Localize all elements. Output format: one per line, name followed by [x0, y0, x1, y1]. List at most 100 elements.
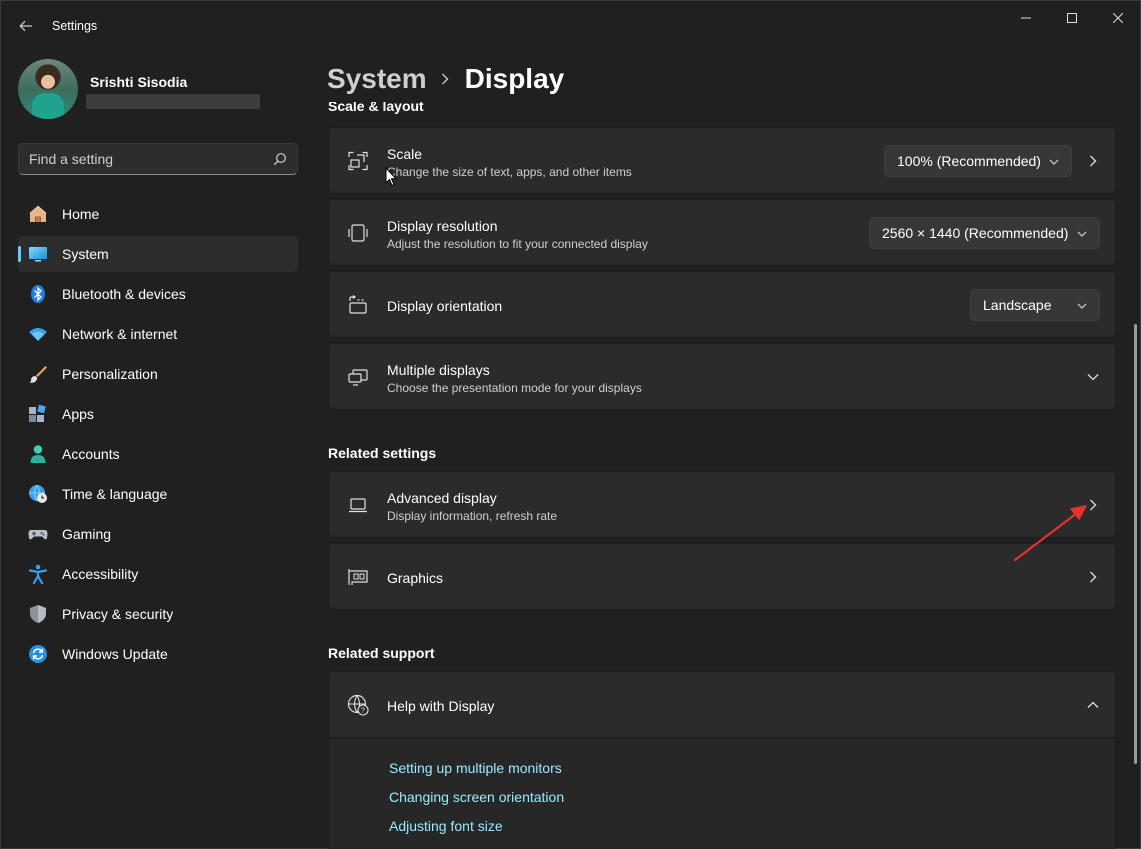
sidebar-item-home[interactable]: Home: [18, 196, 298, 232]
globe-help-icon: ?: [347, 694, 369, 716]
sidebar-item-privacy[interactable]: Privacy & security: [18, 596, 298, 632]
multiple-displays-subtitle: Choose the presentation mode for your di…: [387, 381, 642, 395]
sidebar-item-network[interactable]: Network & internet: [18, 316, 298, 352]
help-link-multiple-monitors[interactable]: Setting up multiple monitors: [389, 760, 562, 776]
chevron-up-icon[interactable]: [1086, 698, 1100, 712]
mouse-cursor-icon: [385, 167, 397, 187]
sidebar-item-label: Apps: [62, 406, 94, 422]
display-resolution-card: Display resolution Adjust the resolution…: [328, 199, 1116, 266]
sidebar-item-bluetooth[interactable]: Bluetooth & devices: [18, 276, 298, 312]
help-links-panel: Setting up multiple monitors Changing sc…: [328, 738, 1116, 849]
display-orientation-card: Display orientation Landscape: [328, 271, 1116, 338]
graphics-card-icon: [347, 566, 369, 588]
breadcrumb: System Display: [327, 59, 564, 99]
sidebar-item-label: Windows Update: [62, 646, 168, 662]
multiple-displays-icon: [347, 366, 369, 388]
advanced-display-subtitle: Display information, refresh rate: [387, 509, 558, 523]
advanced-display-title: Advanced display: [387, 490, 497, 506]
shield-icon: [28, 604, 48, 624]
multiple-displays-card[interactable]: Multiple displays Choose the presentatio…: [328, 343, 1116, 410]
sidebar-item-label: Home: [62, 206, 100, 222]
chevron-right-icon[interactable]: [1086, 570, 1100, 584]
scale-title: Scale: [387, 146, 423, 162]
maximize-button[interactable]: [1049, 1, 1095, 35]
scrollbar-thumb[interactable]: [1134, 324, 1137, 764]
user-email-redacted: [86, 94, 260, 109]
help-link-font-size[interactable]: Adjusting font size: [389, 818, 503, 834]
sidebar-item-windows-update[interactable]: Windows Update: [18, 636, 298, 672]
search-input[interactable]: [29, 151, 259, 167]
bluetooth-icon: [28, 284, 48, 304]
close-icon: [1113, 13, 1123, 23]
brush-icon: [28, 364, 48, 384]
search-icon: [273, 153, 286, 166]
sidebar-item-label: Accounts: [62, 446, 120, 462]
sidebar-item-accessibility[interactable]: Accessibility: [18, 556, 298, 592]
chevron-down-icon[interactable]: [1086, 370, 1100, 384]
title-bar: Settings: [1, 1, 1140, 49]
sidebar-nav: Home System Bluetooth & devices Network …: [18, 196, 298, 676]
home-icon: [28, 204, 48, 224]
chevron-right-icon[interactable]: [1086, 498, 1100, 512]
scale-card[interactable]: Scale Change the size of text, apps, and…: [328, 127, 1116, 194]
sidebar-item-personalization[interactable]: Personalization: [18, 356, 298, 392]
section-title-related-support: Related support: [328, 645, 435, 661]
back-arrow-icon: [19, 20, 32, 32]
minimize-icon: [1021, 17, 1031, 19]
gamepad-icon: [28, 524, 48, 544]
help-link-screen-orientation[interactable]: Changing screen orientation: [389, 789, 564, 805]
chevron-down-icon: [1077, 231, 1087, 237]
maximize-icon: [1067, 13, 1077, 23]
sidebar-item-label: System: [62, 246, 109, 262]
sidebar-item-time-language[interactable]: Time & language: [18, 476, 298, 512]
sidebar-item-label: Personalization: [62, 366, 158, 382]
advanced-display-card[interactable]: Advanced display Display information, re…: [328, 471, 1116, 538]
breadcrumb-parent[interactable]: System: [327, 63, 427, 95]
chevron-down-icon: [1049, 159, 1059, 165]
svg-text:?: ?: [361, 708, 365, 715]
resolution-dropdown[interactable]: 2560 × 1440 (Recommended): [869, 217, 1100, 249]
display-orientation-title: Display orientation: [387, 298, 503, 314]
resolution-icon: [347, 222, 369, 244]
back-button[interactable]: [13, 13, 39, 39]
sidebar-item-label: Privacy & security: [62, 606, 174, 622]
display-resolution-subtitle: Adjust the resolution to fit your connec…: [387, 237, 648, 251]
help-with-display-card[interactable]: ? Help with Display: [328, 671, 1116, 738]
app-title: Settings: [52, 19, 98, 33]
wifi-icon: [28, 324, 48, 344]
page-title: Display: [464, 63, 565, 94]
laptop-icon: [347, 494, 369, 516]
scale-dropdown[interactable]: 100% (Recommended): [884, 145, 1072, 177]
sidebar-item-accounts[interactable]: Accounts: [18, 436, 298, 472]
sidebar-item-label: Gaming: [62, 526, 112, 542]
chevron-down-icon: [1077, 303, 1087, 309]
help-with-display-title: Help with Display: [387, 698, 495, 714]
section-title-scale-layout: Scale & layout: [328, 102, 424, 114]
orientation-dropdown[interactable]: Landscape: [970, 289, 1100, 321]
sidebar-item-label: Accessibility: [62, 566, 139, 582]
chevron-right-icon[interactable]: [1086, 154, 1100, 168]
display-resolution-title: Display resolution: [387, 218, 498, 234]
close-button[interactable]: [1095, 1, 1141, 35]
scale-dropdown-value: 100% (Recommended): [897, 153, 1041, 169]
sidebar-item-apps[interactable]: Apps: [18, 396, 298, 432]
settings-window: Settings Srishti Sisodia Home: [0, 0, 1141, 849]
orientation-dropdown-value: Landscape: [983, 297, 1052, 313]
multiple-displays-title: Multiple displays: [387, 362, 490, 378]
graphics-title: Graphics: [387, 570, 444, 586]
graphics-card[interactable]: Graphics: [328, 543, 1116, 610]
globe-clock-icon: [28, 484, 48, 504]
sidebar-item-gaming[interactable]: Gaming: [18, 516, 298, 552]
sidebar-item-system[interactable]: System: [18, 236, 298, 272]
minimize-button[interactable]: [1003, 1, 1049, 35]
accessibility-icon: [28, 564, 48, 584]
search-box[interactable]: [18, 143, 298, 175]
scale-icon: [347, 150, 369, 172]
sidebar-item-label: Time & language: [62, 486, 168, 502]
apps-icon: [28, 404, 48, 424]
orientation-icon: [347, 294, 369, 316]
user-name: Srishti Sisodia: [90, 74, 188, 90]
avatar[interactable]: [18, 59, 78, 119]
scale-subtitle: Change the size of text, apps, and other…: [387, 165, 632, 179]
breadcrumb-chevron-icon: [441, 72, 451, 86]
